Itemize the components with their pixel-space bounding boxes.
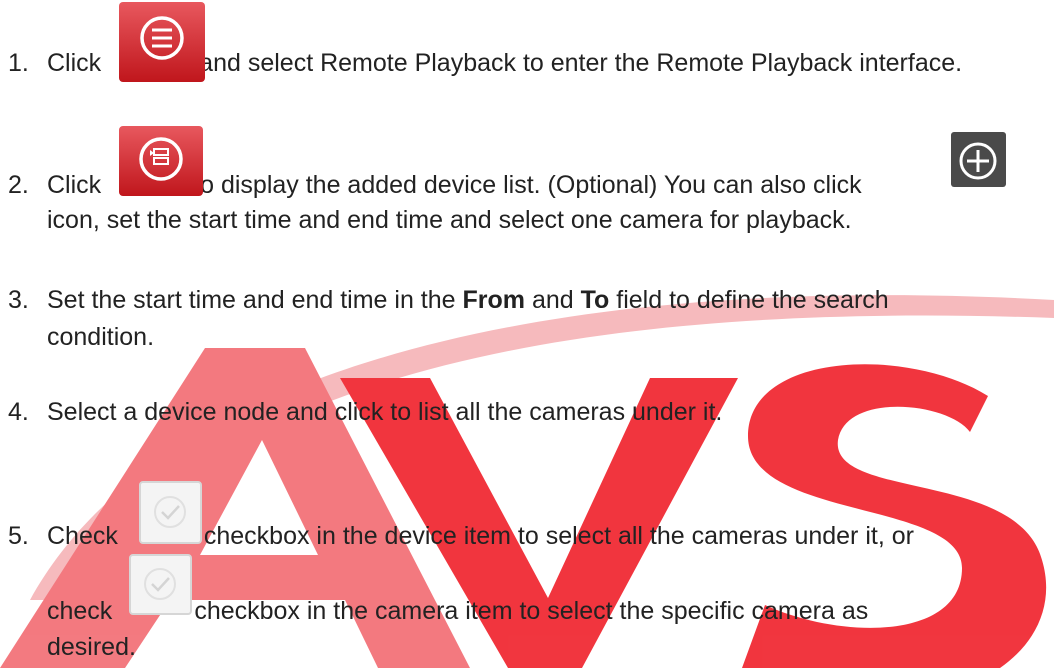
step-number: 2.	[8, 171, 29, 199]
step-number: 5.	[8, 522, 29, 550]
step-text: Select a device node and click to list a…	[47, 398, 723, 426]
step-text: and select Remote Playback to enter the …	[199, 49, 963, 77]
step-text: field to define the search	[616, 286, 889, 314]
add-time-icon	[951, 132, 1006, 187]
step-text: checkbox in the camera item to select th…	[194, 597, 869, 625]
step-text: and	[531, 286, 574, 314]
step-3-continuation: condition.	[47, 323, 155, 351]
checkbox-icon	[139, 481, 202, 544]
device-list-icon	[119, 126, 203, 196]
step-number: 3.	[8, 286, 29, 314]
step-text: Click	[47, 171, 102, 199]
step-3: 3. Set the start time and end time in the…	[8, 285, 889, 315]
step-text: Click	[47, 49, 102, 77]
from-field-label: From	[462, 286, 526, 314]
checkbox-icon	[129, 554, 192, 615]
step-text: checkbox in the device item to select al…	[203, 522, 914, 550]
to-field-label: To	[580, 286, 610, 314]
step-text: to display the added device list. (Optio…	[193, 171, 862, 199]
step-number: 1.	[8, 49, 29, 77]
step-text: check	[47, 597, 113, 625]
step-4: 4. Select a device node and click to list…	[8, 397, 722, 427]
step-2-continuation: icon, set the start time and end time an…	[47, 206, 852, 234]
step-5-continuation: desired.	[47, 633, 136, 661]
step-text: Check	[47, 522, 118, 550]
menu-icon	[119, 2, 205, 82]
step-text: Set the start time and end time in the	[47, 286, 456, 314]
step-number: 4.	[8, 398, 29, 426]
